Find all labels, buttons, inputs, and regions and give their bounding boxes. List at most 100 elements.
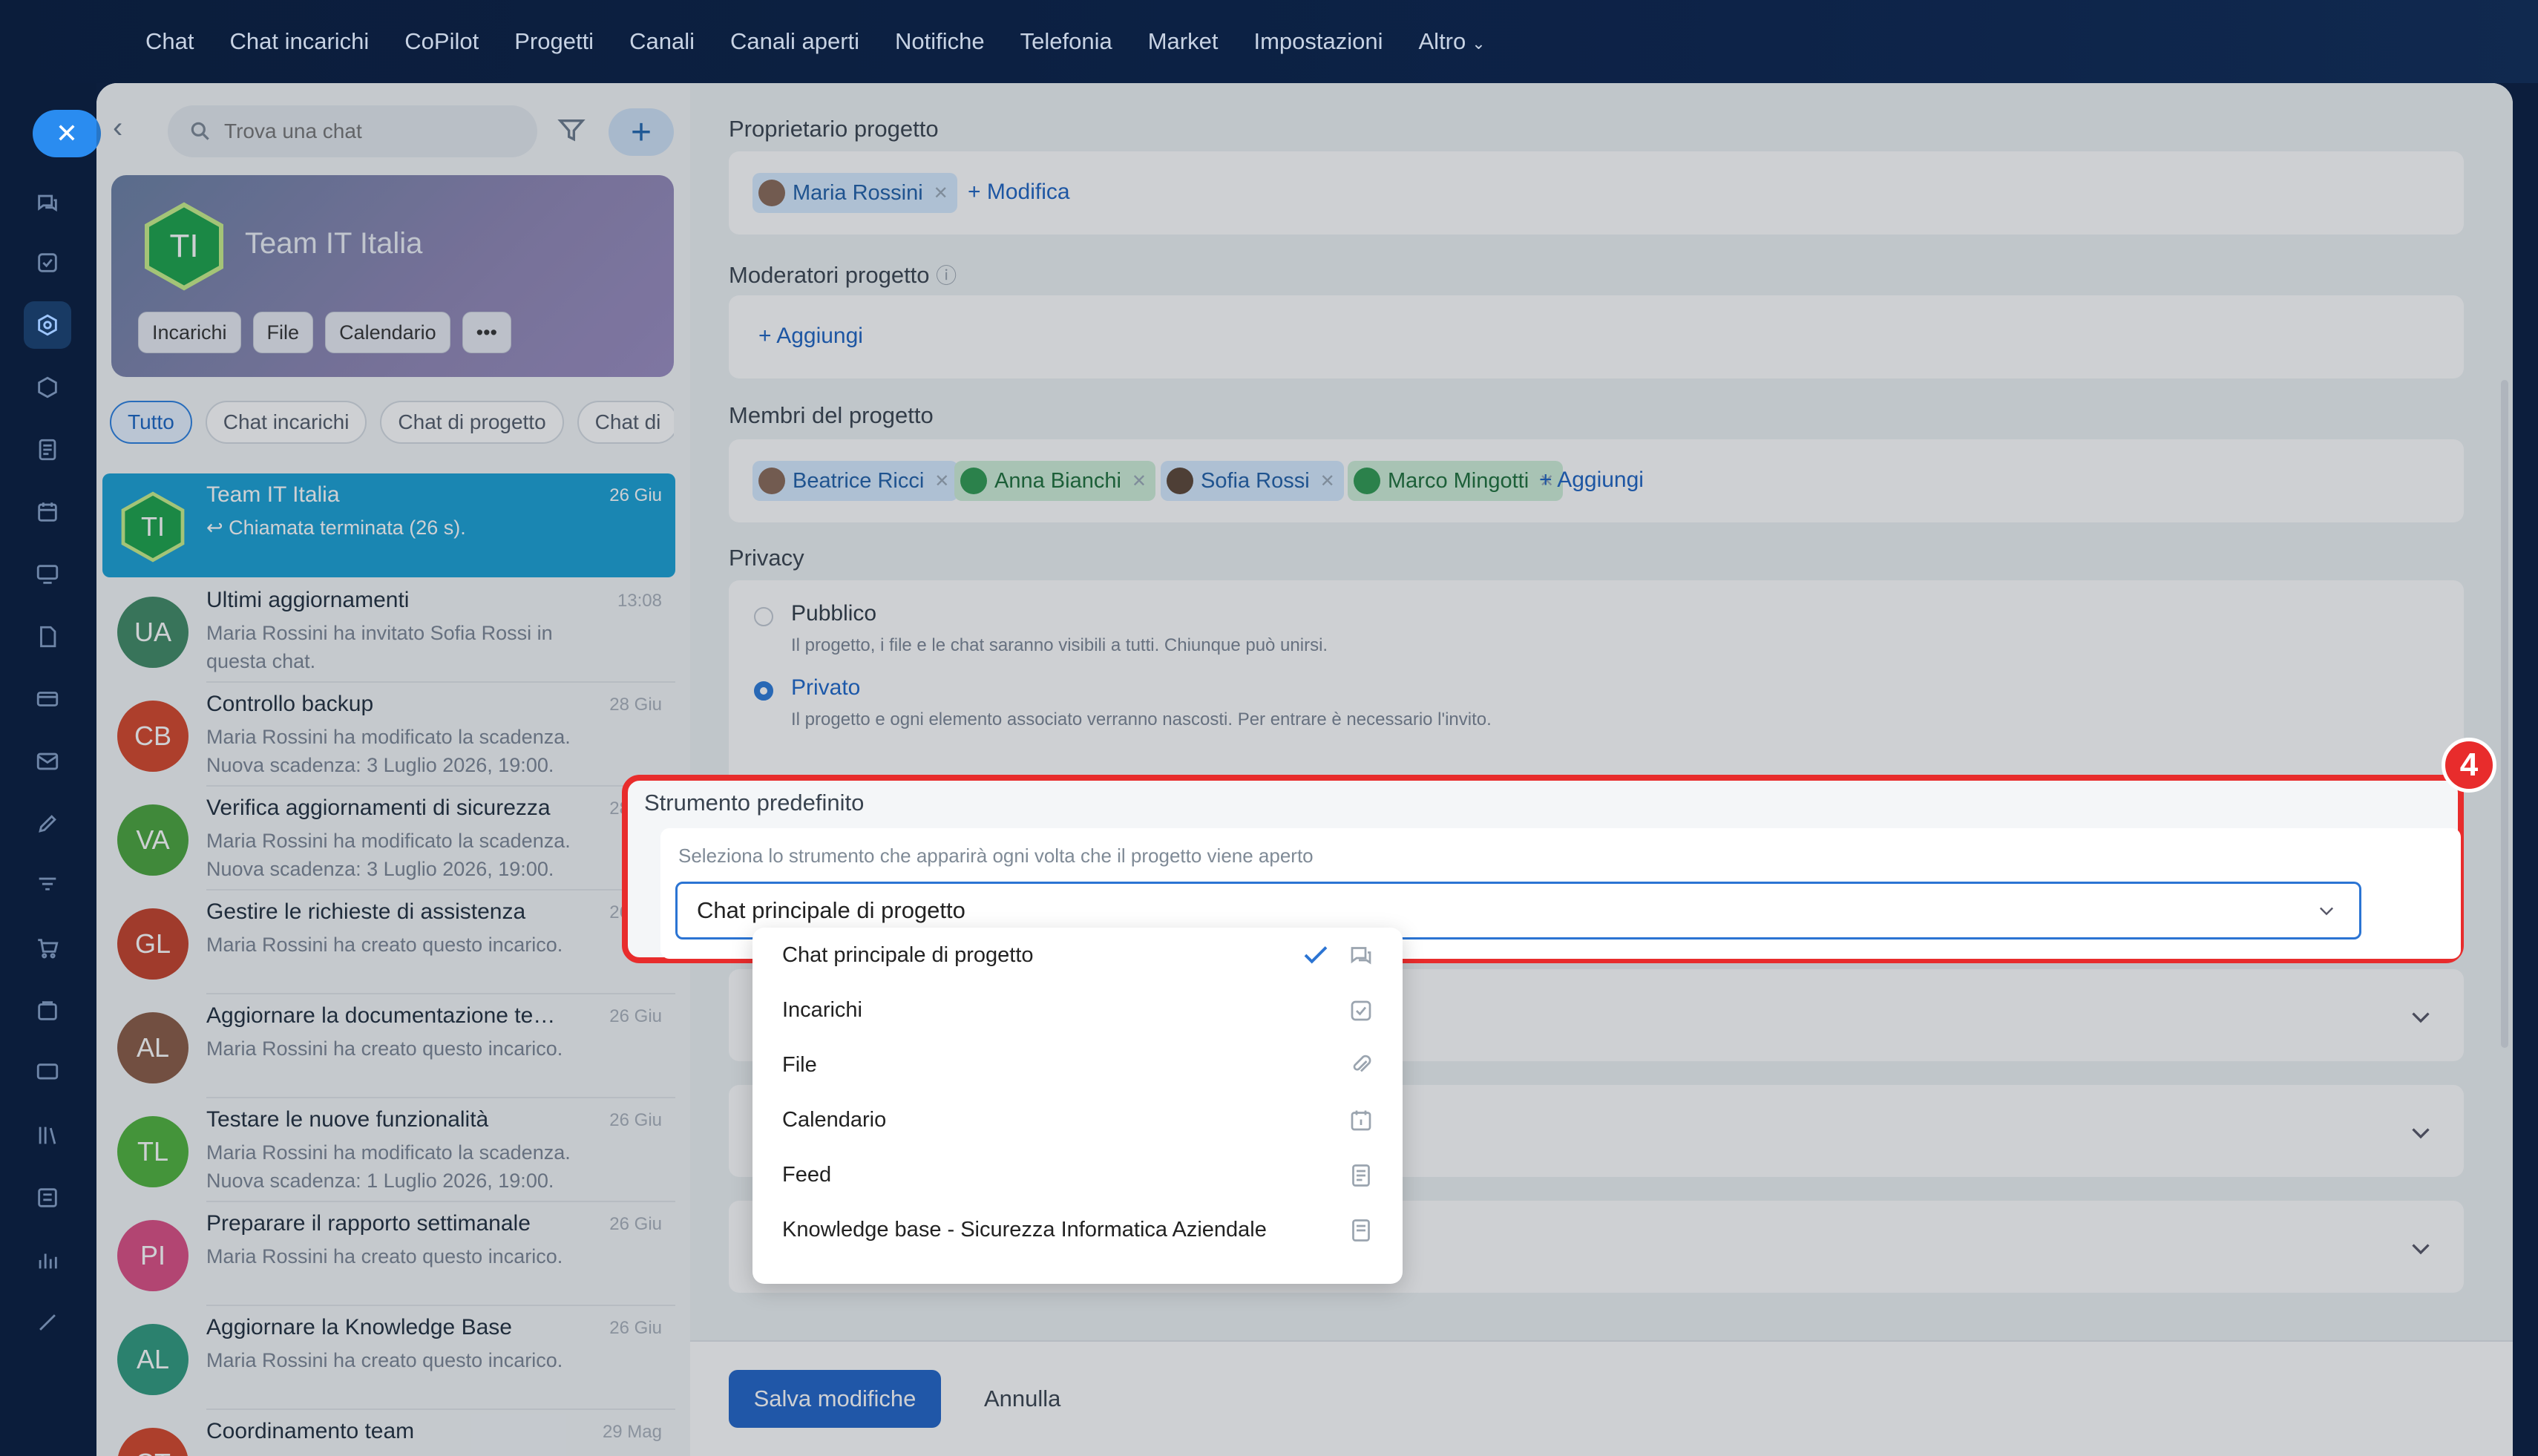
search-input[interactable]: [224, 119, 506, 143]
library-icon[interactable]: [33, 1121, 62, 1150]
remove-icon[interactable]: ✕: [1132, 470, 1147, 492]
calendario-button[interactable]: Calendario: [325, 312, 450, 353]
display-icon[interactable]: [33, 1058, 62, 1088]
chat-title: Gestire le richieste di assistenza: [206, 899, 526, 924]
nav-impostazioni[interactable]: Impostazioni: [1253, 28, 1383, 55]
back-arrow-icon[interactable]: ‹: [113, 113, 142, 142]
more-button[interactable]: •••: [462, 312, 512, 353]
avatar: AL: [117, 1012, 188, 1083]
moderators-box: + Aggiungi: [729, 295, 2464, 378]
chat-list-item[interactable]: GL Gestire le richieste di assistenza Mari…: [102, 891, 675, 994]
modifica-link[interactable]: + Modifica: [968, 180, 1070, 205]
search-box[interactable]: [168, 105, 537, 157]
filter-more[interactable]: Chat di: [577, 401, 674, 444]
avatar: TL: [117, 1116, 188, 1187]
remove-icon[interactable]: ✕: [1320, 470, 1335, 492]
radio-pubblico[interactable]: [754, 607, 773, 626]
chat-list-item[interactable]: VA Verifica aggiornamenti di sicurezza Mar…: [102, 787, 675, 891]
chat-list-item[interactable]: CT Coordinamento team 29 Mag: [102, 1410, 675, 1456]
task-check-icon[interactable]: [33, 248, 62, 278]
calendar-icon: [1351, 1110, 1371, 1131]
add-moderator-link[interactable]: + Aggiungi: [758, 324, 863, 349]
chat-title: Preparare il rapporto settimanale: [206, 1211, 531, 1236]
nav-copilot[interactable]: CoPilot: [404, 28, 479, 55]
nav-telefonia[interactable]: Telefonia: [1020, 28, 1112, 55]
chat-list-item[interactable]: AL Aggiornare la Knowledge Base Maria Ross…: [102, 1306, 675, 1410]
chat-preview: Maria Rossini ha modificato la scadenza.…: [206, 726, 571, 776]
option-file[interactable]: File: [752, 1037, 1403, 1092]
cancel-button[interactable]: Annulla: [984, 1370, 1060, 1428]
nav-market[interactable]: Market: [1148, 28, 1219, 55]
chat-list-item[interactable]: CB Controllo backup Maria Rossini ha modif…: [102, 683, 675, 787]
nav-progetti[interactable]: Progetti: [514, 28, 594, 55]
box-icon[interactable]: [33, 996, 62, 1026]
paperclip-icon: [1353, 1055, 1371, 1072]
scrollbar[interactable]: [2501, 380, 2508, 1048]
cart-icon[interactable]: [33, 934, 62, 963]
funnel-icon[interactable]: [33, 871, 62, 901]
radio-privato[interactable]: [754, 681, 773, 701]
help-icon[interactable]: ⓘ: [936, 264, 957, 287]
nav-canali-aperti[interactable]: Canali aperti: [730, 28, 859, 55]
incarichi-button[interactable]: Incarichi: [138, 312, 241, 353]
option-chat-principale[interactable]: Chat principale di progetto: [752, 928, 1403, 983]
copilot-icon[interactable]: [33, 373, 62, 402]
nav-canali[interactable]: Canali: [629, 28, 695, 55]
monitor-icon[interactable]: [33, 560, 62, 589]
filter-chat-incarichi[interactable]: Chat incarichi: [205, 401, 367, 444]
member-tag[interactable]: Anna Bianchi ✕: [954, 461, 1156, 501]
owner-tag[interactable]: Maria Rossini ✕: [752, 173, 957, 213]
pubblico-desc: Il progetto, i file e le chat saranno vi…: [791, 635, 1328, 655]
analytics-icon[interactable]: [33, 1245, 62, 1275]
avatar: TI: [117, 491, 188, 563]
chat-time: 28 Giu: [609, 695, 662, 715]
option-incarichi[interactable]: Incarichi: [752, 983, 1403, 1037]
new-chat-button[interactable]: +: [609, 108, 674, 156]
list-icon[interactable]: [33, 1183, 62, 1213]
nav-chat-incarichi[interactable]: Chat incarichi: [229, 28, 369, 55]
team-actions: Incarichi File Calendario •••: [138, 312, 512, 353]
avatar: [960, 468, 987, 494]
nav-altro[interactable]: Altro ⌄: [1419, 28, 1486, 55]
filter-chat-progetto[interactable]: Chat di progetto: [380, 401, 564, 444]
calendar-icon[interactable]: [33, 497, 62, 527]
member-tag[interactable]: Marco Mingotti ✕: [1348, 461, 1564, 501]
form-footer: Salva modifiche Annulla: [690, 1340, 2513, 1456]
member-tag[interactable]: Beatrice Ricci ✕: [752, 461, 959, 501]
file-button[interactable]: File: [252, 312, 314, 353]
option-feed[interactable]: Feed: [752, 1147, 1403, 1202]
nav-notifiche[interactable]: Notifiche: [895, 28, 985, 55]
chat-title: Aggiornare la documentazione tec...: [206, 1003, 563, 1028]
close-icon[interactable]: ✕: [33, 110, 101, 157]
avatar: AL: [117, 1324, 188, 1395]
file-icon[interactable]: [33, 622, 62, 652]
chat-list-item[interactable]: UA Ultimi aggiornamenti Maria Rossini ha i…: [102, 579, 675, 683]
remove-icon[interactable]: ✕: [934, 470, 949, 492]
option-knowledge-base[interactable]: Knowledge base - Sicurezza Informatica A…: [752, 1202, 1403, 1257]
chevron-down-icon: [2412, 1012, 2430, 1023]
save-button[interactable]: Salva modifiche: [729, 1370, 941, 1428]
member-tag[interactable]: Sofia Rossi ✕: [1161, 461, 1344, 501]
add-member-link[interactable]: + Aggiungi: [1539, 468, 1644, 493]
sign-icon[interactable]: [33, 809, 62, 839]
chat-list-item[interactable]: TL Testare le nuove funzionalità Maria Ros…: [102, 1098, 675, 1202]
chat-list-item[interactable]: AL Aggiornare la documentazione tec... Mar…: [102, 994, 675, 1098]
mail-icon[interactable]: [33, 747, 62, 776]
task-check-icon: [1351, 1000, 1371, 1021]
checkmark-icon: [1304, 946, 1328, 964]
chat-title: Coordinamento team: [206, 1419, 415, 1443]
nav-chat[interactable]: Chat: [145, 28, 194, 55]
card-icon[interactable]: [33, 684, 62, 714]
filter-icon[interactable]: [557, 116, 586, 145]
document-icon[interactable]: [33, 435, 62, 465]
chat-list-item[interactable]: TI Team IT Italia ↩ Chiamata terminata (26…: [102, 473, 675, 577]
option-calendario[interactable]: Calendario: [752, 1092, 1403, 1147]
pencil-icon[interactable]: [33, 1308, 62, 1337]
chat-list-item[interactable]: PI Preparare il rapporto settimanale Maria…: [102, 1202, 675, 1306]
privato-desc: Il progetto e ogni elemento associato ve…: [791, 709, 1492, 729]
chat-bubbles-icon[interactable]: [33, 188, 62, 218]
avatar: [758, 180, 785, 206]
projects-icon[interactable]: [24, 301, 71, 349]
remove-icon[interactable]: ✕: [934, 183, 948, 204]
filter-tutto[interactable]: Tutto: [110, 401, 192, 444]
